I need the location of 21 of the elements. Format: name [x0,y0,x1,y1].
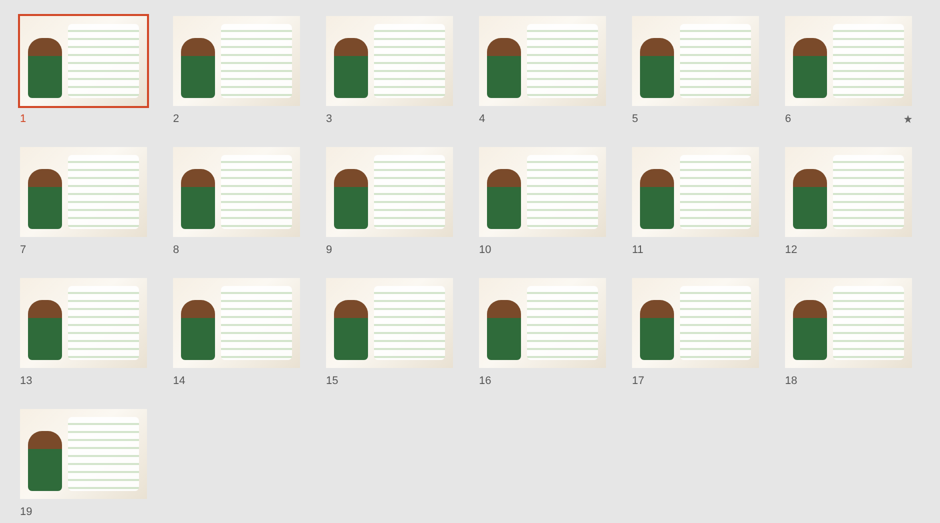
slide-number: 18 [785,375,798,387]
slide-number: 19 [20,506,32,518]
slide-number: 4 [479,113,486,125]
slide-number: 5 [632,113,638,125]
slide-number: 12 [785,244,798,256]
slide-number: 7 [20,244,26,256]
slide-thumbnail[interactable] [18,14,149,108]
slide-number: 14 [173,375,186,387]
slide-number: 17 [632,375,644,387]
slide-number: 9 [326,244,332,256]
slide-number: 13 [20,375,32,387]
slide-number: 15 [326,375,338,387]
slide-number: 8 [173,244,180,256]
slide-number: 6 [785,113,792,125]
star-icon[interactable] [904,115,912,123]
slide-number: 2 [173,113,180,125]
slide-number: 1 [20,113,26,125]
slide-number: 16 [479,375,492,387]
slide-number: 3 [326,113,332,125]
slide-number: 11 [632,244,644,256]
slide-number: 10 [479,244,492,256]
